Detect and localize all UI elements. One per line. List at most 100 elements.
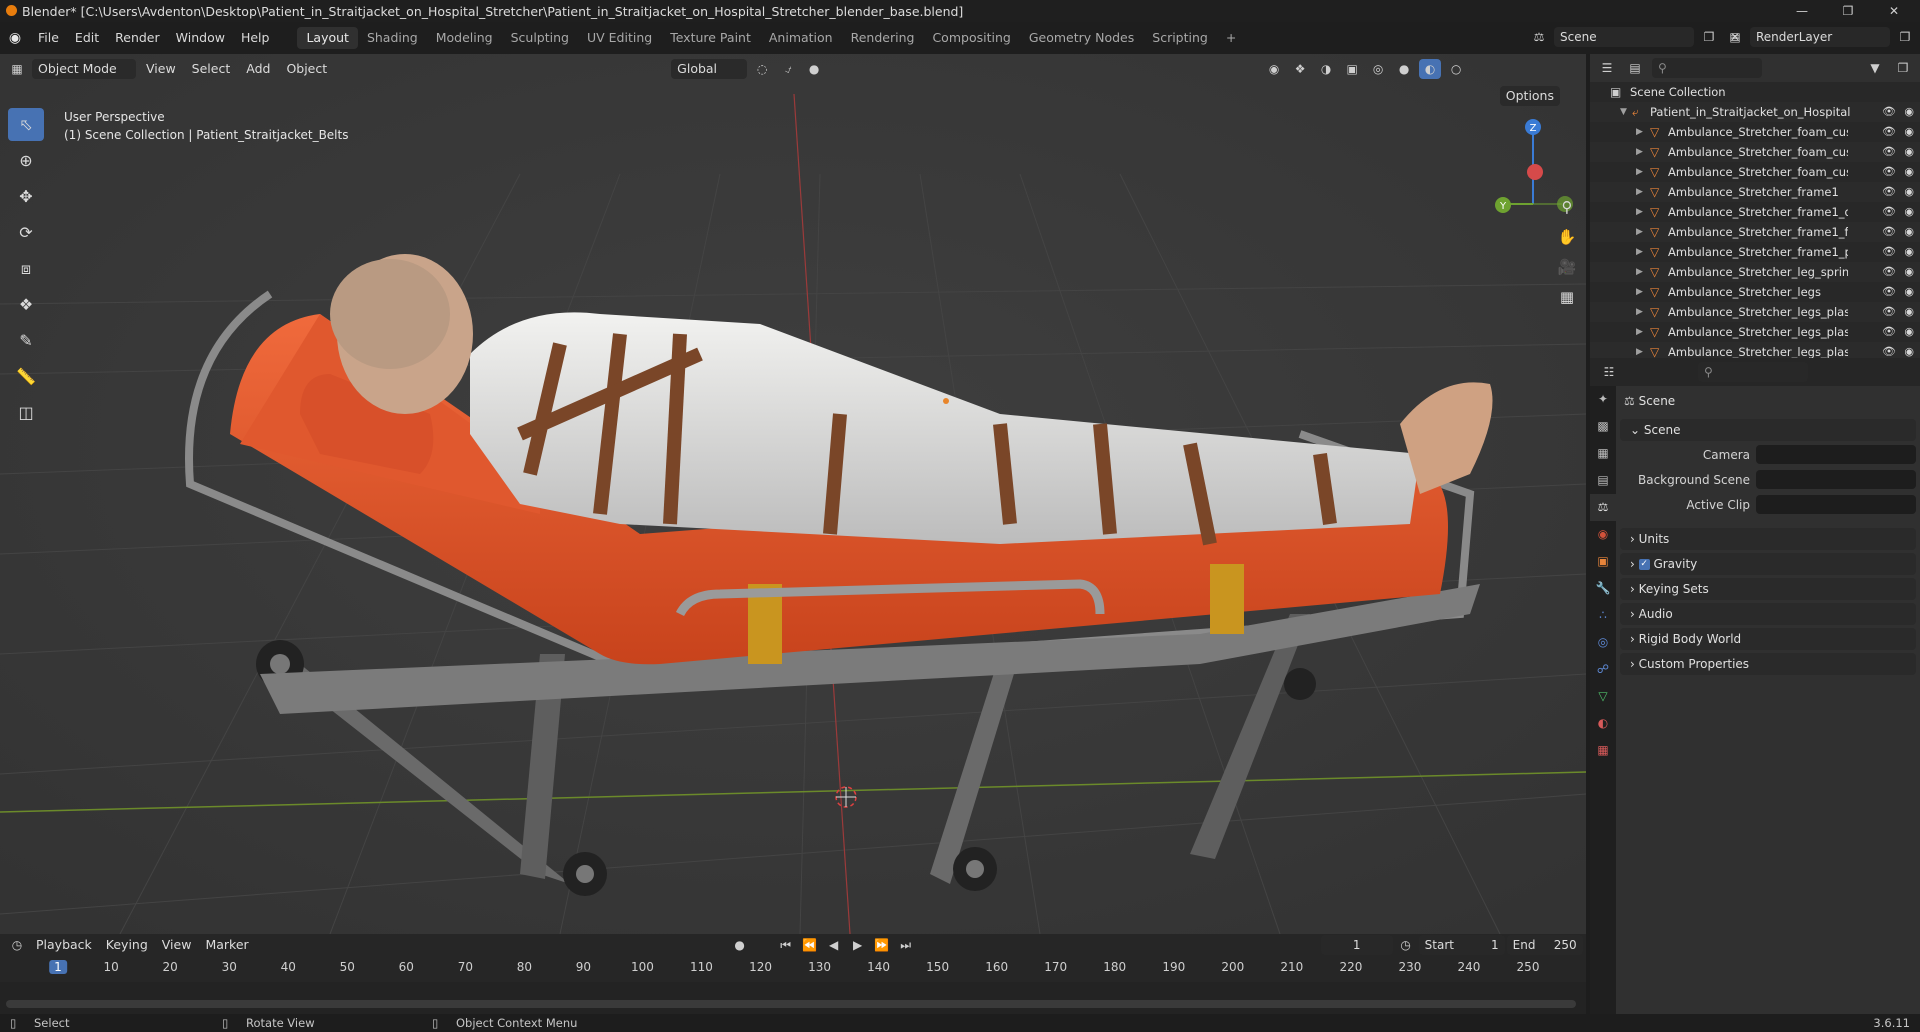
properties-search-input[interactable]: ⚲	[1698, 362, 1808, 382]
tree-row-object[interactable]: ▶ ▽ Ambulance_Stretcher_frame1_detai 👁 ◉	[1590, 202, 1920, 222]
eye-icon[interactable]: 👁	[1882, 322, 1896, 342]
camera-icon[interactable]: ◉	[1904, 282, 1914, 302]
zoom-icon[interactable]: ⚲	[1554, 194, 1580, 220]
outliner-search-input[interactable]: ⚲	[1652, 58, 1762, 78]
maximize-icon[interactable]: ❐	[1828, 0, 1868, 22]
xray-icon[interactable]: ▣	[1341, 59, 1363, 79]
render-tab-icon[interactable]: ▩	[1590, 413, 1616, 440]
tab-geometry-nodes[interactable]: Geometry Nodes	[1020, 27, 1143, 49]
select-box-icon[interactable]: ⬁	[8, 108, 44, 141]
measure-icon[interactable]: 📏	[8, 360, 44, 393]
expand-icon[interactable]: ▶	[1636, 222, 1643, 242]
proportional-edit-icon[interactable]: ●	[803, 59, 825, 79]
data-tab-icon[interactable]: ▽	[1590, 683, 1616, 710]
active-clip-value[interactable]	[1756, 495, 1916, 514]
new-scene-icon[interactable]: ❐	[1698, 27, 1720, 47]
timeline-editor-icon[interactable]: ◷	[6, 935, 28, 955]
filter-icon[interactable]: ▼	[1864, 58, 1886, 78]
constraints-tab-icon[interactable]: ☍	[1590, 656, 1616, 683]
particles-tab-icon[interactable]: ∴	[1590, 602, 1616, 629]
mode-selector[interactable]: Object Mode	[32, 59, 136, 79]
camera-icon[interactable]: ◉	[1904, 322, 1914, 342]
overlay-icon[interactable]: ◑	[1315, 59, 1337, 79]
solid-shading-icon[interactable]: ●	[1393, 59, 1415, 79]
snap-icon[interactable]: ⍻	[777, 59, 799, 79]
tab-rendering[interactable]: Rendering	[842, 27, 924, 49]
transform-orientation[interactable]: Global	[671, 59, 748, 79]
end-frame-field[interactable]: End 250	[1506, 935, 1583, 955]
eye-icon[interactable]: 👁	[1882, 222, 1896, 242]
eye-icon[interactable]: 👁	[1882, 262, 1896, 282]
camera-view-icon[interactable]: 🎥	[1554, 254, 1580, 280]
section-scene[interactable]: ⌄ Scene	[1620, 419, 1916, 441]
move-icon[interactable]: ✥	[8, 180, 44, 213]
menu-view[interactable]: View	[156, 935, 198, 955]
timeline-scrollbar[interactable]	[6, 1000, 1576, 1008]
new-layer-icon[interactable]: ❐	[1894, 27, 1916, 47]
texture-tab-icon[interactable]: ▦	[1590, 737, 1616, 764]
scene-tab-icon[interactable]: ⚖	[1590, 494, 1616, 521]
eye-icon[interactable]: 👁	[1882, 202, 1896, 222]
tree-row-object[interactable]: ▶ ▽ Ambulance_Stretcher_legs_plastic2 👁 ◉	[1590, 322, 1920, 342]
tab-sculpting[interactable]: Sculpting	[502, 27, 578, 49]
camera-icon[interactable]: ◉	[1904, 242, 1914, 262]
menu-render[interactable]: Render	[107, 27, 168, 49]
properties-editor-icon[interactable]: ☷	[1598, 362, 1620, 382]
camera-icon[interactable]: ◉	[1904, 262, 1914, 282]
camera-icon[interactable]: ◉	[1904, 102, 1914, 122]
jump-start-icon[interactable]: ⏮	[775, 935, 797, 955]
expand-icon[interactable]: ▶	[1636, 262, 1643, 282]
expand-icon[interactable]: ▶	[1636, 182, 1643, 202]
gravity-checkbox[interactable]: ✓	[1638, 559, 1650, 570]
tab-scripting[interactable]: Scripting	[1143, 27, 1217, 49]
tree-row-object[interactable]: ▶ ▽ Ambulance_Stretcher_foam_cushion 👁 ◉	[1590, 162, 1920, 182]
tool-tab-icon[interactable]: ✦	[1590, 386, 1616, 413]
tree-row-object[interactable]: ▶ ▽ Ambulance_Stretcher_frame1_parts 👁 ◉	[1590, 242, 1920, 262]
tab-modeling[interactable]: Modeling	[427, 27, 502, 49]
cursor-icon[interactable]: ⊕	[8, 144, 44, 177]
transform-icon[interactable]: ❖	[8, 288, 44, 321]
add-workspace-icon[interactable]: +	[1217, 27, 1245, 49]
menu-window[interactable]: Window	[168, 27, 233, 49]
ortho-grid-icon[interactable]: ▦	[1554, 284, 1580, 310]
next-keyframe-icon[interactable]: ⏩	[871, 935, 893, 955]
material-shading-icon[interactable]: ◐	[1419, 59, 1442, 79]
tab-shading[interactable]: Shading	[358, 27, 427, 49]
tab-compositing[interactable]: Compositing	[923, 27, 1019, 49]
frame-ruler[interactable]: 1 10 20 30 40 50 60 70 80 90 100 110 120 130 140 150 160…	[0, 956, 1586, 982]
scene-icon[interactable]: ⚖	[1528, 27, 1550, 47]
annotate-icon[interactable]: ✎	[8, 324, 44, 357]
menu-playback[interactable]: Playback	[30, 935, 98, 955]
physics-tab-icon[interactable]: ◎	[1590, 629, 1616, 656]
record-icon[interactable]: ●	[729, 935, 751, 955]
minimize-icon[interactable]: —	[1782, 0, 1822, 22]
menu-marker[interactable]: Marker	[199, 935, 254, 955]
prev-keyframe-icon[interactable]: ⏪	[799, 935, 821, 955]
pivot-icon[interactable]: ◌	[751, 59, 773, 79]
viewport-menu-view[interactable]: View	[140, 59, 182, 79]
expand-icon[interactable]: ▶	[1636, 122, 1643, 142]
pan-hand-icon[interactable]: ✋	[1554, 224, 1580, 250]
rendered-shading-icon[interactable]: ○	[1445, 59, 1467, 79]
section-rigid-body-world[interactable]: › Rigid Body World	[1620, 628, 1916, 650]
expand-icon[interactable]: ▼	[1620, 102, 1627, 122]
close-icon[interactable]: ✕	[1874, 0, 1914, 22]
menu-keying[interactable]: Keying	[100, 935, 154, 955]
section-units[interactable]: › Units	[1620, 528, 1916, 550]
tree-row-object[interactable]: ▶ ▽ Ambulance_Stretcher_frame1_fixing 👁 ◉	[1590, 222, 1920, 242]
options-button[interactable]: Options	[1499, 86, 1560, 106]
viewport-menu-select[interactable]: Select	[186, 59, 237, 79]
playhead[interactable]: 1	[49, 960, 67, 974]
menu-file[interactable]: File	[30, 27, 67, 49]
eye-icon[interactable]: 👁	[1882, 282, 1896, 302]
viewport-menu-add[interactable]: Add	[240, 59, 276, 79]
section-gravity[interactable]: › ✓ Gravity	[1620, 553, 1916, 575]
expand-icon[interactable]: ▶	[1636, 242, 1643, 262]
add-cube-icon[interactable]: ◫	[8, 396, 44, 429]
tree-row-object[interactable]: ▶ ▽ Ambulance_Stretcher_leg_springs 👁 ◉	[1590, 262, 1920, 282]
outliner-editor-icon[interactable]: ☰	[1596, 58, 1618, 78]
background-scene-field[interactable]: Background Scene	[1620, 469, 1920, 491]
menu-edit[interactable]: Edit	[67, 27, 107, 49]
clock-icon[interactable]: ◷	[1395, 935, 1417, 955]
tree-row-root[interactable]: ▣ Scene Collection	[1590, 82, 1920, 102]
